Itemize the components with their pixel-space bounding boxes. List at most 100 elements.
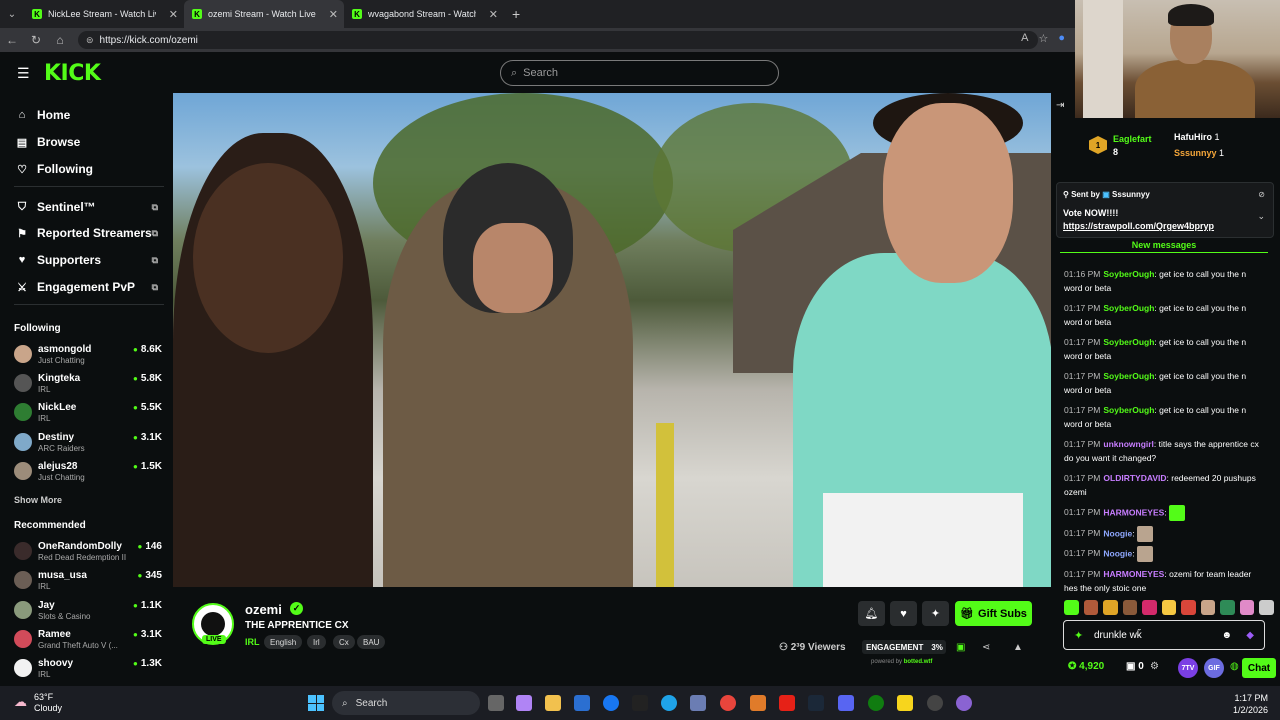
emoji-picker-icon[interactable]: ☻ bbox=[1221, 630, 1232, 641]
discord-icon[interactable] bbox=[838, 695, 854, 711]
message-username[interactable]: SoyberOugh bbox=[1103, 303, 1154, 313]
app-icon[interactable] bbox=[956, 695, 972, 711]
sidebar-item-supporters[interactable]: ♥ Supporters ⧉ bbox=[16, 253, 164, 267]
tag[interactable]: BAU bbox=[357, 635, 386, 649]
chat-message[interactable]: 01:17 PM SoyberOugh: get ice to call you … bbox=[1064, 369, 1264, 397]
emote[interactable] bbox=[1083, 600, 1099, 615]
kicks-gem-icon[interactable]: ◆ bbox=[1246, 630, 1254, 641]
site-info-icon[interactable]: ⊜ bbox=[86, 35, 94, 46]
recommended-channel-jay[interactable]: Jay Slots & Casino 1.1K bbox=[14, 598, 164, 626]
reload-icon[interactable]: ↻ bbox=[24, 33, 48, 47]
recommended-channel-shoovy[interactable]: shoovy IRL 1.3K bbox=[14, 656, 164, 684]
chat-message[interactable]: 01:17 PM Noogie: bbox=[1064, 546, 1264, 562]
follow-heart-button[interactable]: ♥ bbox=[890, 601, 917, 626]
emote[interactable] bbox=[1142, 600, 1157, 615]
unpin-icon[interactable]: ⊘ bbox=[1258, 190, 1265, 199]
sidebar-item-sentinel[interactable]: ⛉ Sentinel™ ⧉ bbox=[16, 200, 164, 214]
message-username[interactable]: unknowngirl bbox=[1103, 439, 1154, 449]
gift-subs-button[interactable]: 🎁︎ Gift Subs bbox=[955, 601, 1032, 626]
browser-tab-nicklee[interactable]: K NickLee Stream - Watch Live o ✕ bbox=[24, 0, 184, 28]
emote[interactable] bbox=[1259, 600, 1275, 615]
chevron-down-icon[interactable]: ⌄ bbox=[1257, 211, 1265, 222]
pinned-link[interactable]: https://strawpoll.com/Qrgew4bpryp bbox=[1063, 221, 1214, 231]
collapse-chat-icon[interactable]: ⇥ bbox=[1056, 100, 1064, 111]
close-tab-icon[interactable]: ✕ bbox=[169, 8, 178, 21]
chat-message[interactable]: 01:17 PM HARMONEYES: ozemi for team leade… bbox=[1064, 567, 1264, 595]
chat-input[interactable]: ✦ drunkle wǩ ☻ ◆ bbox=[1063, 620, 1265, 650]
chat-message[interactable]: 01:17 PM Noogie: bbox=[1064, 526, 1264, 542]
video-player[interactable] bbox=[173, 93, 1051, 587]
message-username[interactable]: SoyberOugh bbox=[1103, 337, 1154, 347]
obs-icon[interactable] bbox=[927, 695, 943, 711]
emote[interactable] bbox=[1064, 600, 1079, 615]
emote[interactable] bbox=[1161, 600, 1177, 615]
top-gifter-2[interactable]: HafuHiro 1 bbox=[1174, 132, 1220, 142]
top-gifter-1[interactable]: Eaglefart bbox=[1113, 134, 1152, 144]
sidebar-item-engagement-pvp[interactable]: ⚔ Engagement PvP ⧉ bbox=[16, 280, 164, 294]
browser-tab-wvagabond[interactable]: K wvagabond Stream - Watch L ✕ bbox=[344, 0, 504, 28]
search-input[interactable]: ⌕ Search bbox=[500, 60, 779, 86]
emote-image[interactable] bbox=[1136, 546, 1153, 562]
emote[interactable] bbox=[1181, 600, 1196, 615]
following-channel-nicklee[interactable]: NickLee IRL 5.5K bbox=[14, 400, 164, 428]
message-username[interactable]: SoyberOugh bbox=[1103, 269, 1154, 279]
file-explorer-icon[interactable] bbox=[545, 695, 561, 711]
following-channel-destiny[interactable]: Destiny ARC Raiders 3.1K bbox=[14, 430, 164, 458]
emote[interactable] bbox=[1200, 600, 1216, 615]
sidebar-item-browse[interactable]: ▤ Browse bbox=[16, 135, 164, 149]
following-channel-alejus28[interactable]: alejus28 Just Chatting 1.5K bbox=[14, 459, 164, 487]
kick-logo[interactable]: KICK bbox=[44, 61, 101, 86]
steam-icon[interactable] bbox=[808, 695, 824, 711]
notes-icon[interactable] bbox=[897, 695, 913, 711]
chat-message[interactable]: 01:17 PM HARMONEYES: bbox=[1064, 505, 1264, 521]
amazon-icon[interactable] bbox=[632, 695, 648, 711]
report-warning-icon[interactable]: ▲ bbox=[1013, 642, 1023, 653]
tag[interactable]: Irl bbox=[307, 635, 326, 649]
stream-category-link[interactable]: IRL bbox=[245, 637, 260, 647]
message-username[interactable]: SoyberOugh bbox=[1103, 371, 1154, 381]
top-gifter-3[interactable]: Sssunnyy 1 bbox=[1174, 148, 1224, 158]
chat-message[interactable]: 01:17 PM SoyberOugh: get ice to call you … bbox=[1064, 301, 1264, 329]
recommended-channel-ramee[interactable]: Ramee Grand Theft Auto V (... 3.1K bbox=[14, 627, 164, 655]
favorite-star-icon[interactable]: ☆ bbox=[1038, 32, 1048, 45]
emote[interactable] bbox=[1239, 600, 1255, 615]
sidebar-item-following[interactable]: ♡ Following bbox=[16, 162, 164, 176]
chat-message[interactable]: 01:17 PM SoyberOugh: get ice to call you … bbox=[1064, 403, 1264, 431]
read-aloud-icon[interactable]: A bbox=[1021, 32, 1028, 45]
chat-message[interactable]: 01:16 PM SoyberOugh: get ice to call you … bbox=[1064, 267, 1264, 295]
tag[interactable]: English bbox=[264, 635, 303, 649]
menu-icon[interactable]: ☰ bbox=[17, 65, 30, 82]
following-channel-asmongold[interactable]: asmongold Just Chatting 8.6K bbox=[14, 342, 164, 370]
stats-icon[interactable]: ▣ bbox=[956, 642, 965, 653]
chat-message[interactable]: 01:17 PM OLDIRTYDAVID: redeemed 20 pushup… bbox=[1064, 471, 1264, 499]
facebook-icon[interactable] bbox=[603, 695, 619, 711]
recommended-channel-onerandomdolly[interactable]: OneRandomDolly Red Dead Redemption II 14… bbox=[14, 539, 164, 567]
tag[interactable]: Cx bbox=[333, 635, 355, 649]
vlc-icon[interactable] bbox=[750, 695, 766, 711]
close-tab-icon[interactable]: ✕ bbox=[329, 8, 338, 21]
system-clock[interactable]: 1:17 PM 1/2/2026 bbox=[1233, 692, 1268, 716]
settings-gear-icon[interactable]: ⚙ bbox=[1150, 661, 1159, 672]
start-button[interactable] bbox=[308, 695, 324, 711]
channel-points[interactable]: ✪ 4,920 bbox=[1068, 661, 1104, 672]
browser-tab-ozemi[interactable]: K ozemi Stream - Watch Live on ✕ bbox=[184, 0, 344, 28]
extension-icon[interactable]: ● bbox=[1058, 32, 1065, 45]
tab-list-chevron-icon[interactable]: ⌄ bbox=[0, 0, 24, 28]
youtube-icon[interactable] bbox=[779, 695, 795, 711]
pinned-message[interactable]: ⚲ Sent by ▣ Sssunnyy ⊘ Vote NOW!!!! http… bbox=[1056, 182, 1274, 238]
sparkle-icon[interactable]: ✦ bbox=[1074, 629, 1083, 642]
chrome-icon[interactable] bbox=[720, 695, 736, 711]
recommended-channel-musa-usa[interactable]: musa_usa IRL 345 bbox=[14, 568, 164, 596]
copilot-icon[interactable] bbox=[516, 695, 532, 711]
emote[interactable] bbox=[1103, 600, 1118, 615]
message-username[interactable]: HARMONEYES bbox=[1103, 507, 1164, 517]
taskbar-search[interactable]: ⌕ Search bbox=[332, 691, 480, 715]
store-icon[interactable] bbox=[574, 695, 590, 711]
close-tab-icon[interactable]: ✕ bbox=[489, 8, 498, 21]
chat-message[interactable]: 01:17 PM SoyberOugh: get ice to call you … bbox=[1064, 335, 1264, 363]
send-chat-button[interactable]: Chat bbox=[1242, 658, 1276, 678]
emote[interactable] bbox=[1122, 600, 1138, 615]
notification-bell-button[interactable]: 🔔︎ bbox=[858, 601, 885, 626]
back-icon[interactable]: ← bbox=[0, 33, 24, 47]
message-username[interactable]: OLDIRTYDAVID bbox=[1103, 473, 1166, 483]
